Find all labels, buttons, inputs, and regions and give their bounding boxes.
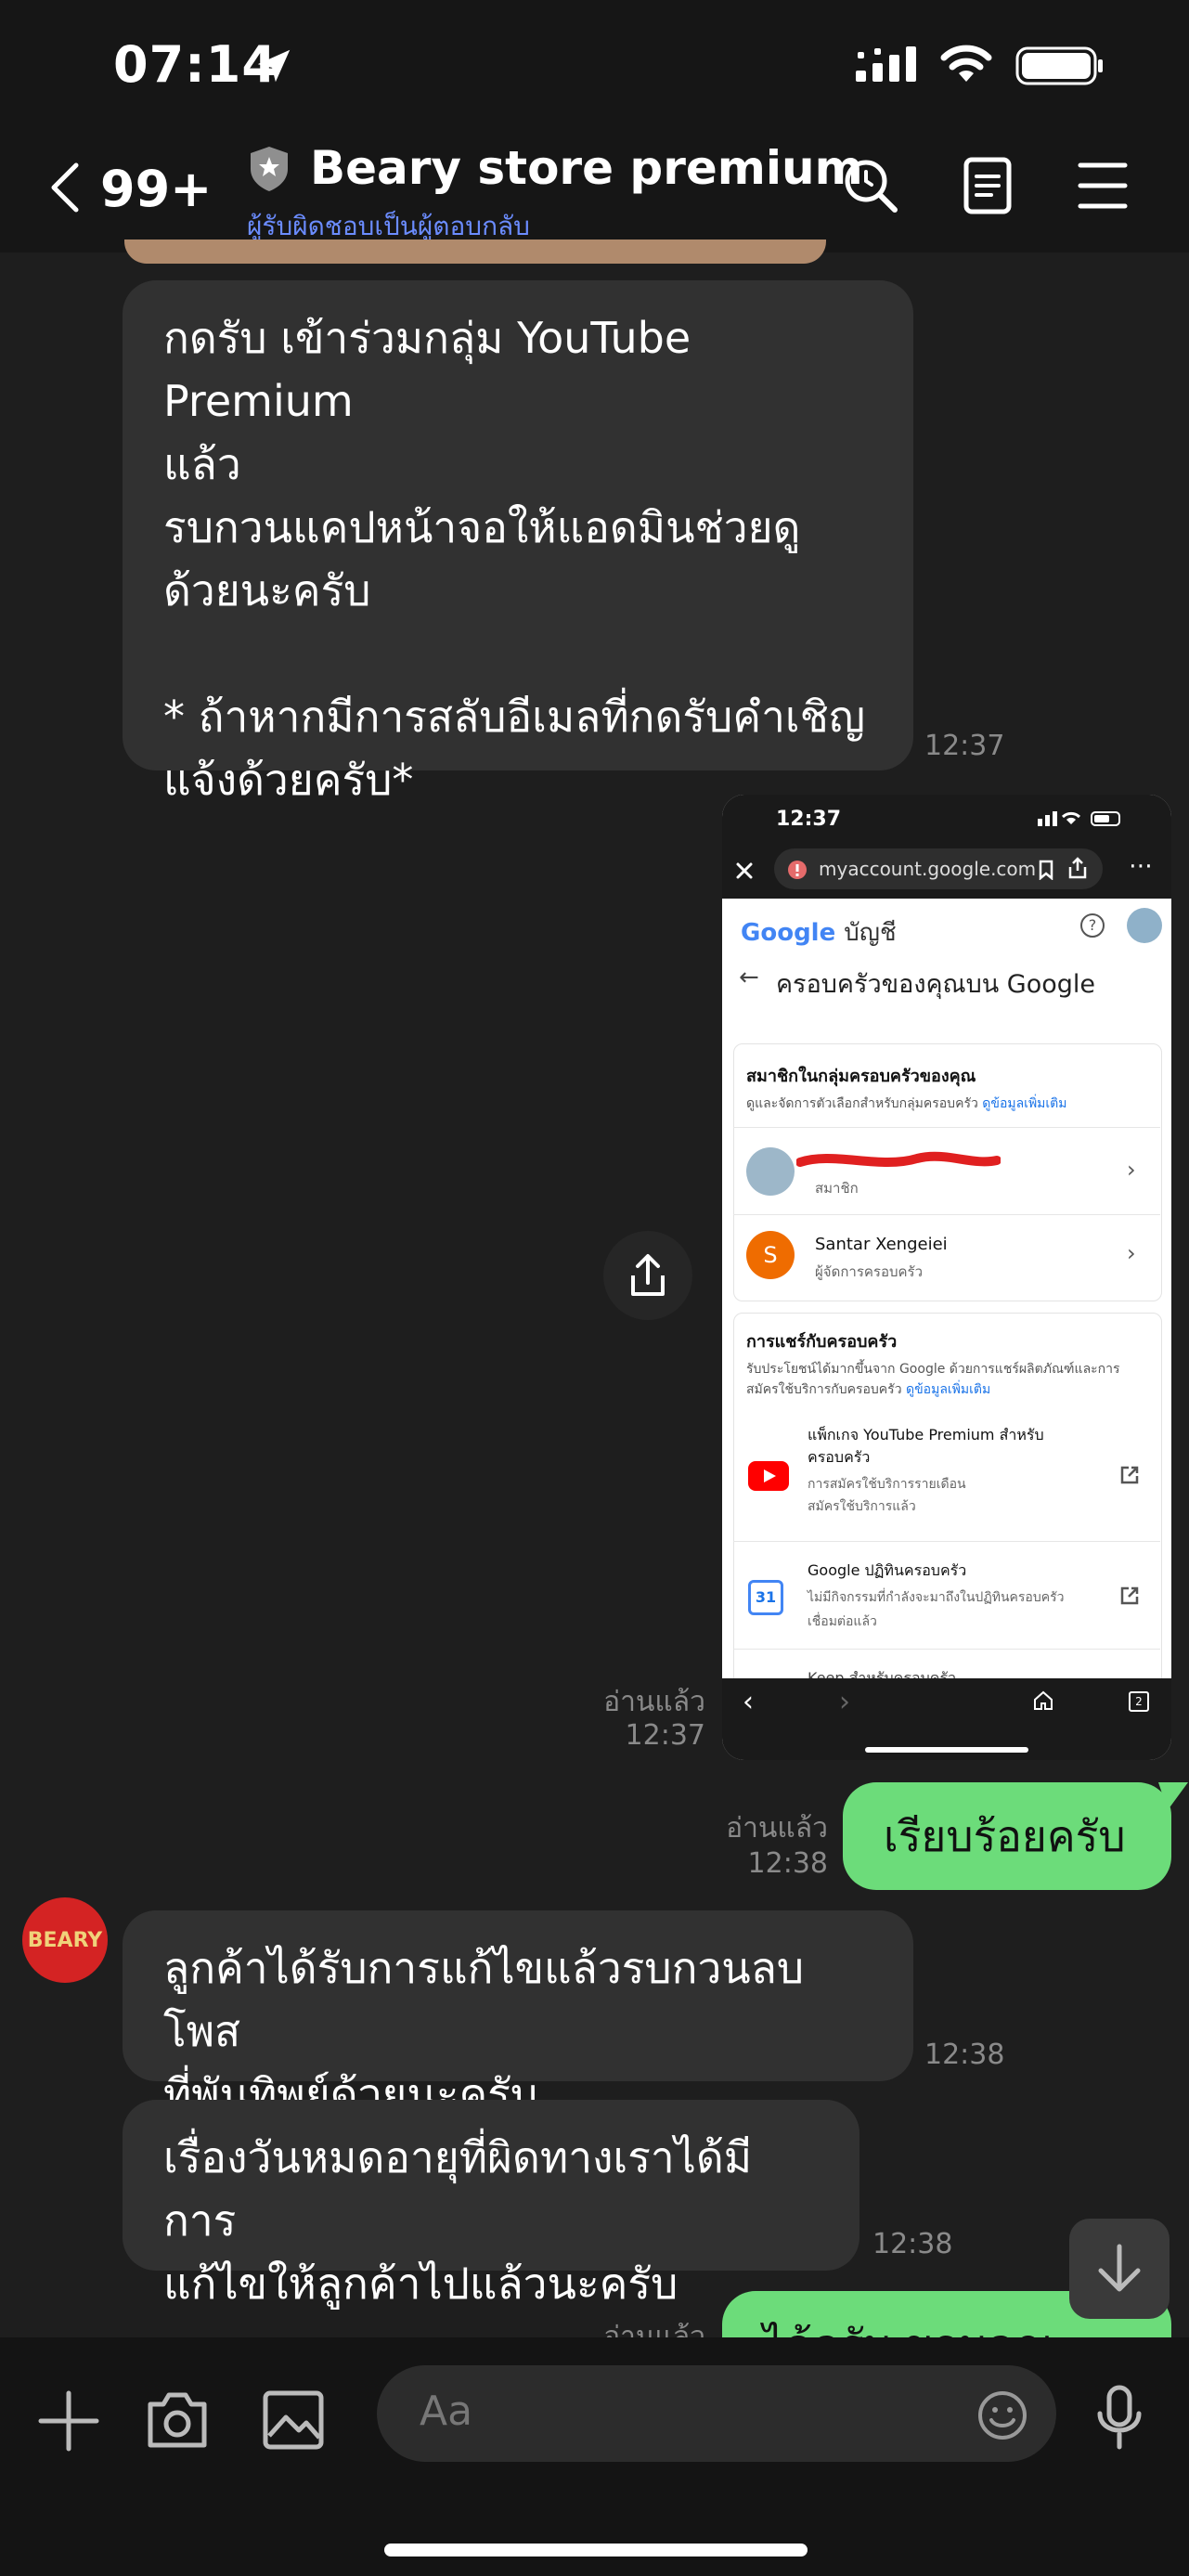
back-chevron-icon[interactable] (48, 162, 82, 214)
members-heading: สมาชิกในกลุ่มครอบครัวของคุณ (746, 1067, 976, 1086)
divider (733, 1649, 1160, 1650)
unread-count[interactable]: 99+ (100, 160, 212, 218)
bubble-tail (1158, 1782, 1188, 1810)
screenshot-page-title: ครอบครัวของคุณบน Google (776, 970, 1095, 999)
read-receipt: อ่านแล้ว (603, 1686, 705, 1718)
battery-icon (1015, 46, 1103, 85)
screenshot-status-time: 12:37 (776, 808, 842, 831)
previous-image-edge[interactable] (124, 239, 826, 264)
chat-title[interactable]: Beary store premium (310, 141, 863, 195)
cellular-signal-icon (856, 46, 916, 82)
microphone-icon[interactable] (1095, 2384, 1144, 2453)
screenshot-bookmark-icon (1039, 860, 1053, 880)
emoji-icon[interactable] (976, 2389, 1028, 2441)
screenshot-home-indicator (865, 1747, 1028, 1753)
share-icon (631, 1254, 665, 1296)
menu-icon[interactable] (1077, 156, 1129, 215)
yt-plan-sub2: สมัครใช้บริการแล้ว (808, 1499, 916, 1514)
calendar-icon: 31 (748, 1580, 783, 1615)
learn-more-link: ดูข้อมูลเพิ่มเติม (906, 1382, 991, 1397)
screenshot-avatar (1127, 908, 1162, 943)
screenshot-tabs-count: 2 (1129, 1691, 1149, 1712)
screenshot-close-icon (736, 862, 753, 879)
notes-icon[interactable] (962, 156, 1014, 215)
sharing-desc-line1: รับประโยชน์ได้มากขึ้นจาก Google ด้วยการแ… (746, 1362, 1120, 1377)
learn-more-link: ดูข้อมูลเพิ่มเติม (982, 1096, 1067, 1111)
top-bar: 07:14 99+ Beary store premium ผู้รับผิดช… (0, 0, 1189, 252)
external-link-icon (1120, 1586, 1139, 1605)
redaction-scribble (796, 1151, 1001, 1167)
divider (733, 1127, 1160, 1128)
yt-plan-sub1: การสมัครใช้บริการรายเดือน (808, 1477, 966, 1492)
screenshot-back-arrow-icon: ← (739, 964, 759, 991)
members-desc: ดูและจัดการตัวเลือกสำหรับกลุ่มครอบครัว ด… (746, 1094, 1067, 1114)
chevron-right-icon: › (1127, 1240, 1136, 1266)
account-label: บัญชี (844, 919, 897, 947)
screenshot-url: myaccount.google.com (819, 858, 1037, 880)
screenshot-home-icon (1034, 1690, 1053, 1710)
message-bubble-received[interactable]: ลูกค้าได้รับการแก้ไขแล้วรบกวนลบโพส ที่พั… (123, 1910, 913, 2119)
message-input[interactable]: Aa (377, 2365, 1056, 2462)
arrow-down-icon (1098, 2244, 1141, 2292)
image-gallery-icon[interactable] (262, 2389, 325, 2451)
share-button[interactable] (603, 1231, 692, 1320)
input-placeholder: Aa (420, 2388, 473, 2435)
member2-name: Santar Xengeiei (815, 1235, 948, 1254)
calendar-title: Google ปฏิทินครอบครัว (808, 1561, 967, 1579)
screenshot-status-icons (1038, 811, 1120, 826)
member2-avatar: S (746, 1231, 795, 1279)
sender-avatar[interactable]: BEARY (22, 1897, 108, 1983)
divider (733, 1214, 1160, 1215)
message-timestamp: 12:37 (625, 1719, 705, 1752)
calendar-sub2: เชื่อมต่อแล้ว (808, 1614, 877, 1629)
wifi-icon (940, 45, 992, 82)
screenshot-share-icon (1068, 857, 1087, 879)
sharing-desc-text: สมัครใช้บริการกับครอบครัว (746, 1382, 902, 1397)
screenshot-nav-forward-icon: › (839, 1686, 850, 1718)
sharing-heading: การแชร์กับครอบครัว (746, 1332, 898, 1352)
message-timestamp: 12:38 (872, 2228, 953, 2260)
help-icon: ? (1080, 913, 1105, 938)
screenshot-more-icon: ⋯ (1129, 852, 1153, 880)
youtube-icon (748, 1461, 789, 1491)
members-desc-text: ดูและจัดการตัวเลือกสำหรับกลุ่มครอบครัว (746, 1096, 978, 1111)
verified-shield-icon (251, 147, 288, 191)
message-timestamp: 12:38 (747, 1847, 828, 1880)
read-receipt: อ่านแล้ว (726, 1812, 828, 1845)
scroll-to-bottom-button[interactable] (1069, 2219, 1170, 2319)
message-bubble-received[interactable]: เรื่องวันหมดอายุที่ผิดทางเราได้มีการ แก้… (123, 2100, 859, 2309)
external-link-icon (1120, 1466, 1139, 1484)
member1-role: สมาชิก (815, 1180, 859, 1197)
search-icon[interactable] (841, 156, 900, 215)
location-arrow-icon (257, 49, 291, 83)
screenshot-warning-icon (788, 861, 807, 879)
camera-icon[interactable] (145, 2389, 210, 2451)
sharing-desc-line2: สมัครใช้บริการกับครอบครัว ดูข้อมูลเพิ่มเ… (746, 1379, 990, 1400)
message-timestamp: 12:38 (924, 2039, 1005, 2071)
home-indicator (384, 2544, 808, 2557)
divider (733, 1541, 1160, 1542)
screenshot-nav-back-icon: ‹ (743, 1686, 754, 1718)
chevron-right-icon: › (1127, 1157, 1136, 1183)
google-logo: Google บัญชี (741, 913, 897, 951)
yt-plan-title-line2: ครอบครัว (808, 1448, 871, 1466)
message-bubble-sent[interactable]: เรียบร้อยครับ (843, 1782, 1171, 1890)
calendar-sub1: ไม่มีกิจกรรมที่กำลังจะมาถึงในปฏิทินครอบค… (808, 1590, 1065, 1605)
member2-role: ผู้จัดการครอบครัว (815, 1263, 924, 1280)
google-brand: Google (741, 919, 836, 947)
message-timestamp: 12:37 (924, 730, 1005, 762)
input-bar: Aa (0, 2337, 1189, 2576)
shared-screenshot-image[interactable]: 12:37 myaccount.google.com ⋯ Google บัญช… (722, 795, 1171, 1760)
member1-avatar (746, 1147, 795, 1196)
yt-plan-title-line1: แพ็กเกจ YouTube Premium สำหรับ (808, 1426, 1044, 1443)
message-bubble-received[interactable]: กดรับ เข้าร่วมกลุ่ม YouTube Premium แล้ว… (123, 280, 913, 805)
plus-icon[interactable] (37, 2389, 100, 2453)
